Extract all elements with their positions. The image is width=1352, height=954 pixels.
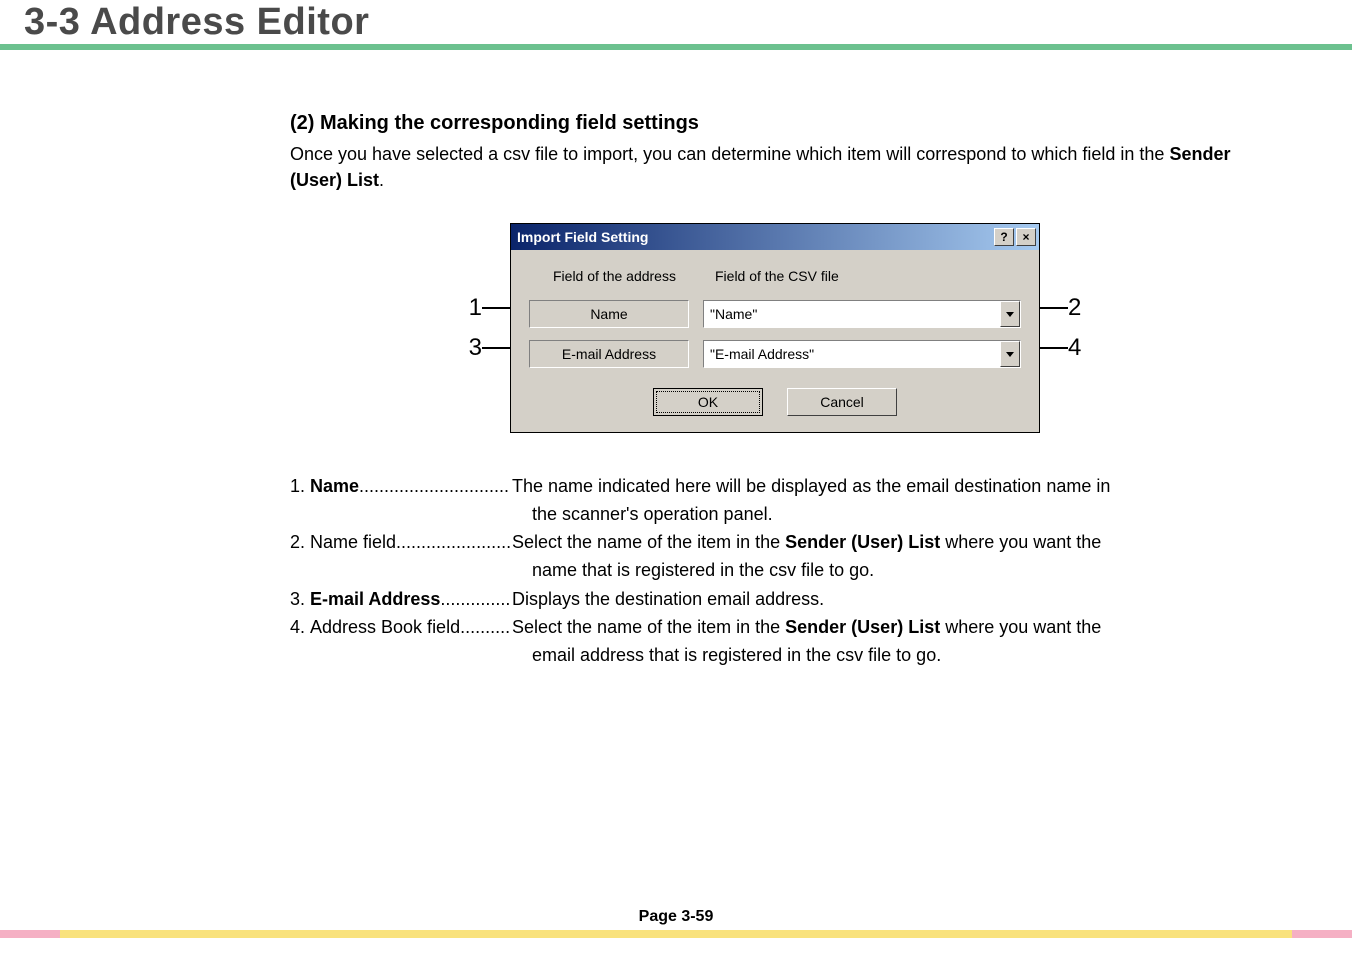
legend-key-addressbook: Address Book field [310,614,460,640]
legend-key-name: Name [310,473,359,499]
page-header: 3-3 Address Editor [0,0,1352,50]
page-title: 3-3 Address Editor [24,1,369,44]
cancel-button[interactable]: Cancel [787,388,897,416]
intro-text-1: Once you have selected a csv file to imp… [290,144,1169,164]
intro-text-2: . [379,170,384,190]
legend-cont: name that is registered in the csv file … [290,557,1260,583]
name-combobox[interactable]: "Name" [703,300,1021,328]
column-header-address: Field of the address [529,268,709,284]
name-label: Name [529,300,689,328]
page-number: Page 3-59 [0,906,1352,930]
legend-key-namefield: Name field [310,529,396,555]
legend-num: 1. [290,473,310,499]
left-callouts: 1 3 [442,294,510,362]
chevron-down-icon[interactable] [1000,301,1020,327]
legend-desc: The name indicated here will be displaye… [512,473,1260,499]
name-combobox-value: "Name" [704,301,1000,327]
legend-dots: ....................... [396,529,511,555]
page-footer: Page 3-59 [0,906,1352,938]
email-address-combobox-value: "E-mail Address" [704,341,1000,367]
callout-line-1 [482,307,510,309]
chevron-down-icon[interactable] [1000,341,1020,367]
right-callouts: 2 4 [1040,294,1108,362]
section-subheading: (2) Making the corresponding field setti… [290,112,1260,135]
legend-list: 1. Name .............................. T… [290,473,1260,668]
callout-4: 4 [1068,334,1108,362]
ok-button[interactable]: OK [653,388,763,416]
email-address-combobox[interactable]: "E-mail Address" [703,340,1021,368]
footer-accent-mid [60,930,1292,938]
legend-dots: .......... [460,614,510,640]
legend-cont: email address that is registered in the … [290,642,1260,668]
legend-desc: Select the name of the item in the Sende… [512,614,1260,640]
legend-num: 2. [290,529,310,555]
legend-num: 4. [290,614,310,640]
callout-line-3 [482,347,510,349]
content-area: (2) Making the corresponding field setti… [0,52,1300,668]
dialog-figure: 1 3 Import Field Setting ? × [290,223,1260,433]
close-icon[interactable]: × [1016,228,1036,246]
legend-key-email: E-mail Address [310,586,440,612]
help-icon[interactable]: ? [994,228,1014,246]
footer-accent-right [1292,930,1352,938]
footer-accent-left [0,930,60,938]
section-intro: Once you have selected a csv file to imp… [290,141,1260,193]
legend-num: 3. [290,586,310,612]
legend-desc: Displays the destination email address. [512,586,1260,612]
email-address-label: E-mail Address [529,340,689,368]
callout-2: 2 [1068,294,1108,322]
dialog-title: Import Field Setting [517,229,648,245]
column-header-csv: Field of the CSV file [709,268,1021,284]
dialog-titlebar: Import Field Setting ? × [511,224,1039,250]
callout-line-4 [1040,347,1068,349]
callout-1: 1 [442,294,482,322]
callout-line-2 [1040,307,1068,309]
legend-desc: Select the name of the item in the Sende… [512,529,1260,555]
callout-3: 3 [442,334,482,362]
import-field-setting-dialog: Import Field Setting ? × Field of the ad… [510,223,1040,433]
legend-cont: the scanner's operation panel. [290,501,1260,527]
legend-dots: .............................. [359,473,509,499]
legend-dots: .............. [440,586,510,612]
